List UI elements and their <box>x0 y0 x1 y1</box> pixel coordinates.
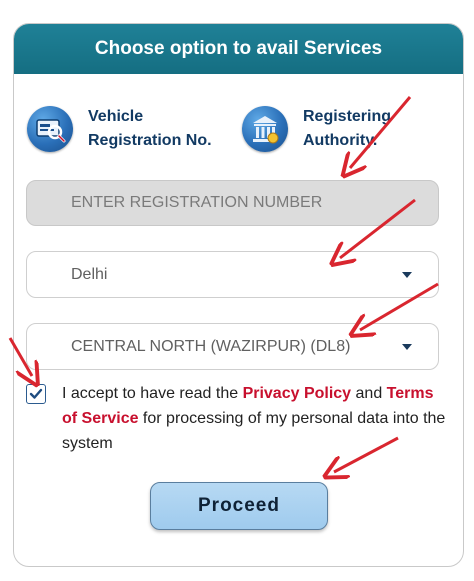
check-icon <box>29 388 43 399</box>
state-select-value: Delhi <box>71 266 108 283</box>
card-title: Choose option to avail Services <box>94 38 383 59</box>
option-group: Vehicle Registration No. Registering Aut… <box>14 105 463 165</box>
consent-text-and: and <box>351 385 387 402</box>
rto-select[interactable]: CENTRAL NORTH (WAZIRPUR) (DL8) <box>26 323 439 370</box>
consent-text-before: I accept to have read the <box>62 385 243 402</box>
chevron-down-icon <box>402 272 412 278</box>
consent-text: I accept to have read the Privacy Policy… <box>62 381 452 456</box>
rto-select-value: CENTRAL NORTH (WAZIRPUR) (DL8) <box>71 338 351 355</box>
card-header: Choose option to avail Services <box>14 24 463 74</box>
vehicle-search-icon <box>27 106 73 152</box>
consent-checkbox[interactable] <box>26 384 46 404</box>
option-registering-authority[interactable]: Registering Authority. <box>242 105 391 153</box>
option-vehicle-registration[interactable]: Vehicle Registration No. <box>27 105 212 153</box>
privacy-policy-link[interactable]: Privacy Policy <box>243 385 352 402</box>
government-building-icon <box>242 106 288 152</box>
registration-number-input[interactable] <box>26 180 439 226</box>
service-options-card: Choose option to avail Services Vehicle … <box>13 23 464 567</box>
chevron-down-icon <box>402 344 412 350</box>
option-label-vehicle-registration: Vehicle Registration No. <box>88 108 212 149</box>
option-label-registering-authority: Registering Authority. <box>303 108 392 149</box>
proceed-button[interactable]: Proceed <box>150 482 328 530</box>
state-select[interactable]: Delhi <box>26 251 439 298</box>
